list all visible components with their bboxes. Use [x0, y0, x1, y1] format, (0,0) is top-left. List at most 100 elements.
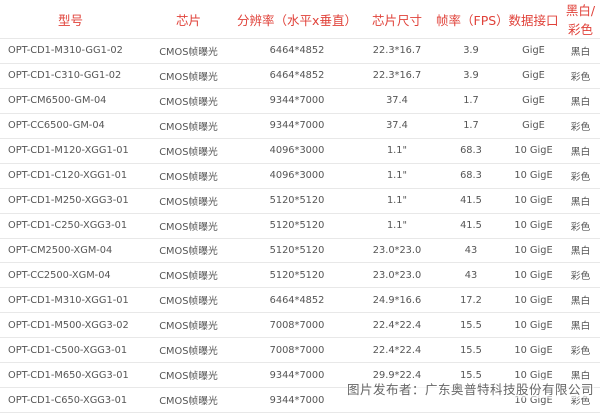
cell-model: OPT-CD1-M250-XGG3-01 — [0, 188, 141, 214]
cell-resolution: 6464*4852 — [236, 63, 358, 89]
cell-color-type: 彩色 — [561, 262, 600, 289]
cell-model: OPT-CD1-M650-XGG3-01 — [0, 362, 141, 389]
cell-chip-size: 22.3*16.7 — [358, 63, 436, 89]
cell-interface: GigE — [506, 38, 561, 64]
cell-frame-rate: 1.7 — [436, 113, 506, 139]
cell-chip: CMOS帧曝光 — [141, 63, 236, 89]
cell-interface: 10 GigE — [506, 238, 561, 264]
cell-model: OPT-CD1-M500-XGG3-02 — [0, 312, 141, 339]
table-row: OPT-CD1-C500-XGG3-01 CMOS帧曝光 7008*7000 22.4… — [0, 337, 600, 364]
table-row: OPT-CD1-M120-XGG1-01 CMOS帧曝光 4096*3000 1.1"… — [0, 138, 600, 164]
cell-model: OPT-CD1-C500-XGG3-01 — [0, 337, 141, 364]
cell-chip: CMOS帧曝光 — [141, 312, 236, 339]
cell-chip: CMOS帧曝光 — [141, 213, 236, 239]
cell-resolution: 9344*7000 — [236, 362, 358, 389]
cell-resolution: 4096*3000 — [236, 163, 358, 189]
cell-color-type: 黑白 — [561, 38, 600, 64]
cell-resolution: 5120*5120 — [236, 262, 358, 289]
cell-model: OPT-CM2500-XGM-04 — [0, 238, 141, 264]
cell-resolution: 5120*5120 — [236, 213, 358, 239]
cell-chip-size: 37.4 — [358, 88, 436, 114]
table-row: OPT-CD1-C250-XGG3-01 CMOS帧曝光 5120*5120 1.1"… — [0, 213, 600, 239]
cell-chip-size: 22.3*16.7 — [358, 38, 436, 64]
cell-chip-size: 1.1" — [358, 138, 436, 164]
table-row: OPT-CD1-M310-GG1-02 CMOS帧曝光 6464*4852 22.3*… — [0, 38, 600, 64]
table-row: OPT-CC2500-XGM-04 CMOS帧曝光 5120*5120 23.0*23… — [0, 262, 600, 289]
cell-color-type: 彩色 — [561, 213, 600, 239]
cell-chip: CMOS帧曝光 — [141, 188, 236, 214]
cell-chip: CMOS帧曝光 — [141, 113, 236, 139]
cell-frame-rate: 68.3 — [436, 138, 506, 164]
cell-model: OPT-CD1-M310-GG1-02 — [0, 38, 141, 64]
cell-model: OPT-CC2500-XGM-04 — [0, 262, 141, 289]
cell-frame-rate: 1.7 — [436, 88, 506, 114]
cell-color-type: 彩色 — [561, 113, 600, 139]
cell-frame-rate: 3.9 — [436, 63, 506, 89]
cell-resolution: 5120*5120 — [236, 238, 358, 264]
header-chip: 芯片 — [141, 0, 236, 39]
cell-chip-size: 22.4*22.4 — [358, 312, 436, 339]
cell-interface: 10 GigE — [506, 337, 561, 364]
cell-resolution: 7008*7000 — [236, 312, 358, 339]
cell-chip: CMOS帧曝光 — [141, 38, 236, 64]
table-row: OPT-CM2500-XGM-04 CMOS帧曝光 5120*5120 23.0*23… — [0, 238, 600, 264]
cell-interface: 10 GigE — [506, 188, 561, 214]
cell-resolution: 6464*4852 — [236, 38, 358, 64]
cell-resolution: 4096*3000 — [236, 138, 358, 164]
cell-frame-rate: 41.5 — [436, 188, 506, 214]
header-interface: 数据接口 — [506, 0, 561, 39]
cell-chip: CMOS帧曝光 — [141, 163, 236, 189]
cell-model: OPT-CD1-M310-XGG1-01 — [0, 287, 141, 314]
cell-chip: CMOS帧曝光 — [141, 337, 236, 364]
cell-color-type: 黑白 — [561, 238, 600, 264]
cell-model: OPT-CM6500-GM-04 — [0, 88, 141, 114]
cell-model: OPT-CC6500-GM-04 — [0, 113, 141, 139]
cell-chip-size: 23.0*23.0 — [358, 238, 436, 264]
table-row: OPT-CD1-M310-XGG1-01 CMOS帧曝光 6464*4852 24.9… — [0, 287, 600, 314]
header-resolution: 分辨率（水平x垂直） — [236, 0, 358, 39]
cell-model: OPT-CD1-M120-XGG1-01 — [0, 138, 141, 164]
cell-frame-rate: 15.5 — [436, 337, 506, 364]
cell-frame-rate: 43 — [436, 262, 506, 289]
cell-color-type: 彩色 — [561, 337, 600, 364]
cell-chip-size: 22.4*22.4 — [358, 337, 436, 364]
cell-chip: CMOS帧曝光 — [141, 387, 236, 413]
cell-frame-rate: 15.5 — [436, 312, 506, 339]
header-frame-rate: 帧率（FPS） — [436, 0, 509, 39]
cell-resolution: 9344*7000 — [236, 113, 358, 139]
cell-chip-size: 1.1" — [358, 163, 436, 189]
header-model: 型号 — [0, 0, 141, 39]
header-color-type: 黑白/彩色 — [561, 0, 600, 39]
cell-interface: 10 GigE — [506, 312, 561, 339]
table-header-row: 型号 芯片 分辨率（水平x垂直） 芯片尺寸 帧率（FPS） 数据接口 黑白/彩色 — [0, 0, 600, 39]
cell-color-type: 黑白 — [561, 287, 600, 314]
cell-model: OPT-CD1-C120-XGG1-01 — [0, 163, 141, 189]
cell-frame-rate: 3.9 — [436, 38, 506, 64]
table-row: OPT-CM6500-GM-04 CMOS帧曝光 9344*7000 37.4 1.7 G… — [0, 88, 600, 114]
cell-resolution: 7008*7000 — [236, 337, 358, 364]
cell-resolution: 6464*4852 — [236, 287, 358, 314]
cell-chip: CMOS帧曝光 — [141, 88, 236, 114]
cell-interface: 10 GigE — [506, 163, 561, 189]
header-chip-size: 芯片尺寸 — [358, 0, 436, 39]
cell-chip-size: 1.1" — [358, 213, 436, 239]
table-row: OPT-CD1-C310-GG1-02 CMOS帧曝光 6464*4852 22.3*… — [0, 63, 600, 89]
cell-color-type: 彩色 — [561, 63, 600, 89]
cell-color-type: 黑白 — [561, 88, 600, 114]
cell-color-type: 黑白 — [561, 138, 600, 164]
cell-chip-size: 37.4 — [358, 113, 436, 139]
cell-interface: GigE — [506, 113, 561, 139]
cell-model: OPT-CD1-C650-XGG3-01 — [0, 387, 141, 413]
publisher-watermark: 图片发布者：广东奥普特科技股份有限公司 — [346, 379, 594, 398]
cell-resolution: 9344*7000 — [236, 88, 358, 114]
table-row: OPT-CD1-C120-XGG1-01 CMOS帧曝光 4096*3000 1.1"… — [0, 163, 600, 189]
cell-interface: GigE — [506, 88, 561, 114]
cell-frame-rate: 68.3 — [436, 163, 506, 189]
cell-chip-size: 24.9*16.6 — [358, 287, 436, 314]
cell-chip-size: 23.0*23.0 — [358, 262, 436, 289]
cell-chip: CMOS帧曝光 — [141, 287, 236, 314]
cell-model: OPT-CD1-C250-XGG3-01 — [0, 213, 141, 239]
cell-interface: 10 GigE — [506, 262, 561, 289]
cell-color-type: 彩色 — [561, 163, 600, 189]
cell-color-type: 黑白 — [561, 312, 600, 339]
